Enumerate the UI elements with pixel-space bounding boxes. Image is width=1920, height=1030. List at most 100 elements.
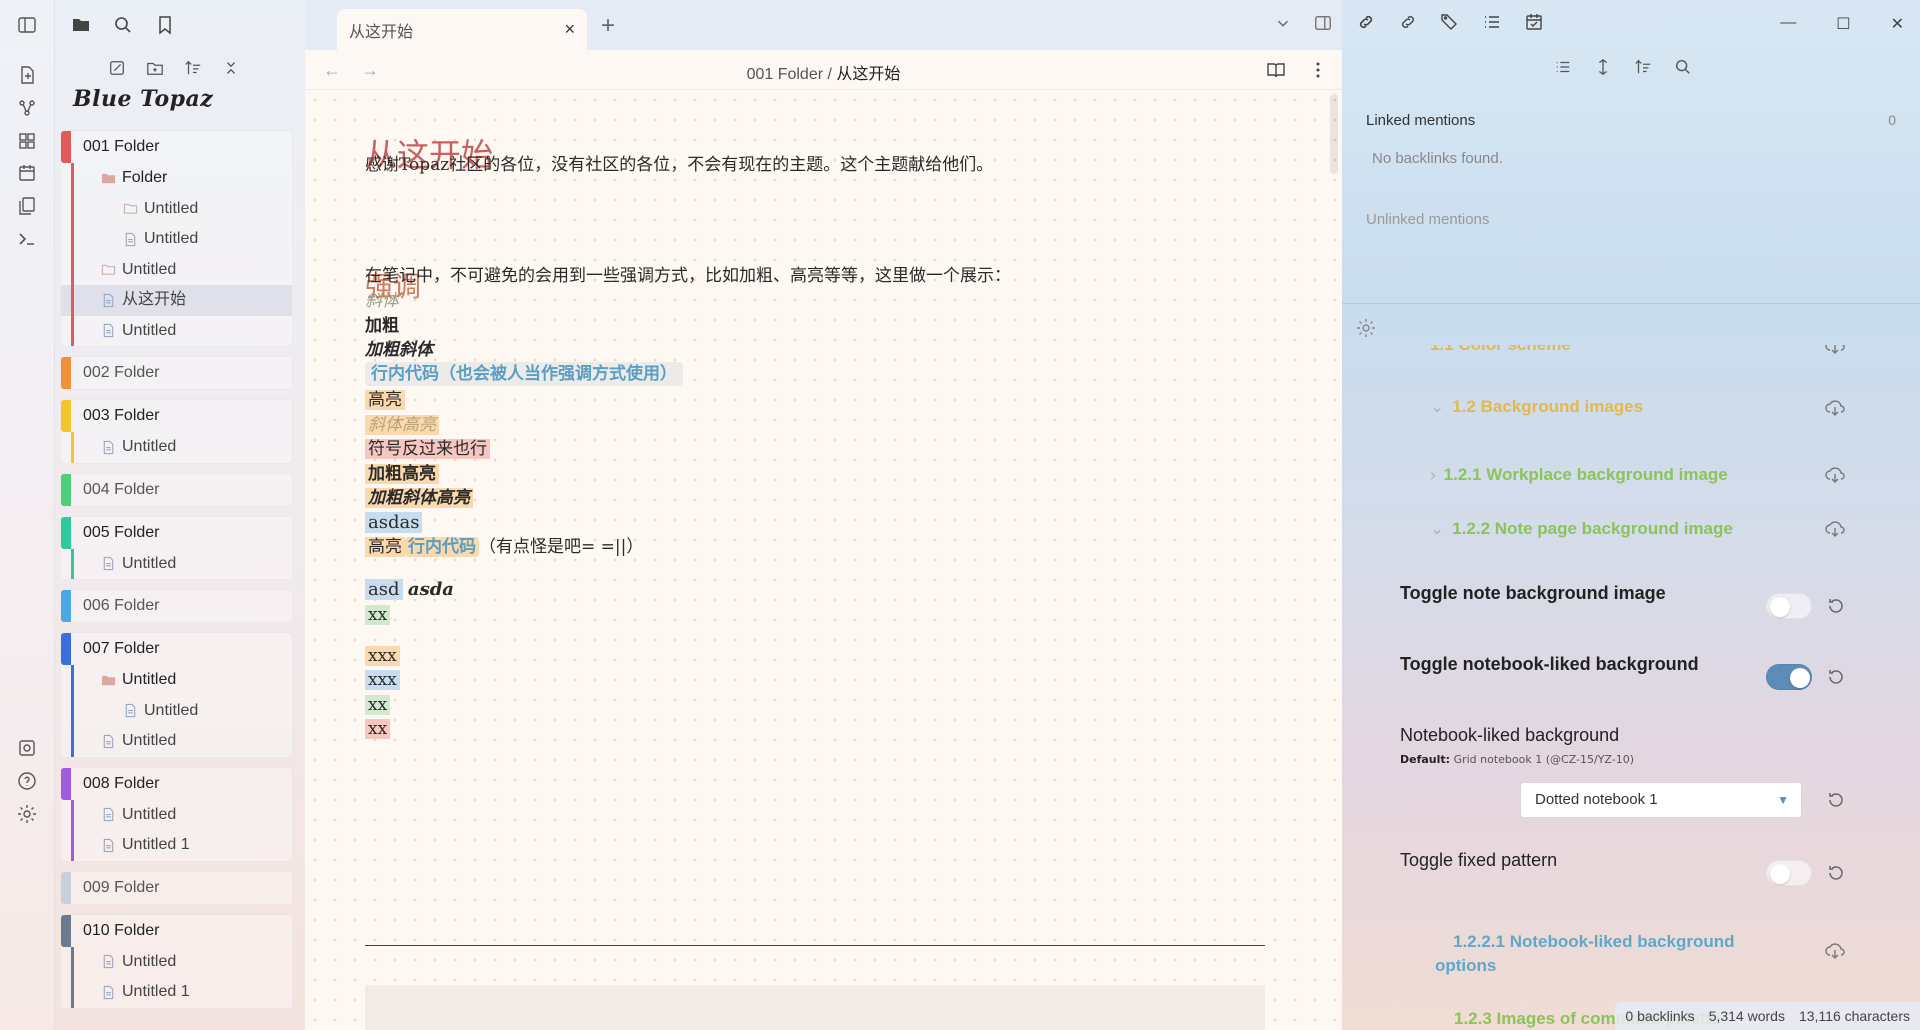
terminal-icon[interactable]	[14, 226, 40, 252]
reset-icon[interactable]	[1826, 863, 1846, 887]
backlinks-icon[interactable]	[1356, 12, 1376, 36]
folder-title[interactable]: 008 Folder	[61, 768, 292, 800]
setting-notebook-bg-label: Toggle notebook-liked background	[1400, 654, 1699, 674]
search-icon[interactable]	[111, 13, 135, 37]
item-label: Untitled	[122, 671, 177, 688]
vault-name[interactable]: Blue Topaz	[73, 86, 213, 112]
tags-icon[interactable]	[1440, 12, 1460, 36]
style-settings-gear-icon[interactable]	[1356, 318, 1376, 342]
item-label: 从这开始	[122, 291, 187, 308]
heading-notepage-bg[interactable]: ⌄ 1.2.2 Note page background image	[1430, 519, 1733, 539]
toggle-fixed-pattern[interactable]	[1766, 860, 1812, 886]
graph-view-icon[interactable]	[14, 95, 40, 121]
outline-icon[interactable]	[1482, 12, 1502, 36]
backlink-toolbar	[1554, 58, 1692, 80]
folder-001: 001 Folder Folder Untitled Untitled Untitled…	[60, 130, 293, 347]
subfolder-item[interactable]: Untitled	[61, 194, 292, 225]
panel-divider[interactable]	[1342, 303, 1920, 304]
subfolder-item[interactable]: Untitled	[61, 255, 292, 286]
sidebar-toggle-icon[interactable]	[14, 12, 40, 38]
folder-title[interactable]: 003 Folder	[61, 400, 292, 432]
open-file-icon[interactable]	[14, 62, 40, 88]
toggle-note-bg[interactable]	[1766, 593, 1812, 619]
outgoing-links-icon[interactable]	[1398, 12, 1418, 36]
file-item[interactable]: Untitled	[61, 549, 292, 580]
heading-notebook-options[interactable]: 1.2.2.1 Notebook-liked background options	[1435, 930, 1765, 978]
folder-title[interactable]: 004 Folder	[61, 474, 292, 506]
file-item[interactable]: Untitled	[61, 696, 292, 727]
note-content[interactable]: 从这开始 感谢Topaz社区的各位，没有社区的各位，不会有现在的主题。这个主题献…	[305, 90, 1342, 1030]
heading-workplace-bg[interactable]: › 1.2.1 Workplace background image	[1430, 465, 1728, 485]
expand-icon[interactable]	[1594, 58, 1612, 80]
folder-title[interactable]: 009 Folder	[61, 872, 292, 904]
reading-view-icon[interactable]	[1266, 60, 1286, 84]
tab-active[interactable]: 从这开始 ×	[337, 9, 587, 50]
folder-006: 006 Folder	[60, 589, 293, 623]
tab-list-chevron-icon[interactable]	[1274, 14, 1292, 36]
close-window-button[interactable]: ✕	[1891, 14, 1904, 34]
calendar-icon[interactable]	[1524, 12, 1544, 36]
new-note-icon[interactable]	[105, 56, 129, 80]
maximize-button[interactable]: ☐	[1836, 14, 1850, 34]
download-icon[interactable]	[1824, 464, 1846, 490]
subfolder-item[interactable]: Folder	[61, 163, 292, 194]
breadcrumb-parent[interactable]: 001 Folder	[747, 66, 824, 83]
new-folder-icon[interactable]	[143, 56, 167, 80]
settings-icon[interactable]	[14, 801, 40, 827]
status-words[interactable]: 5,314 words	[1709, 1008, 1785, 1024]
file-item[interactable]: Untitled 1	[61, 977, 292, 1008]
tab-close-icon[interactable]: ×	[564, 19, 575, 40]
download-icon[interactable]	[1824, 345, 1846, 361]
file-item[interactable]: Untitled 1	[61, 830, 292, 861]
download-icon[interactable]	[1824, 518, 1846, 544]
folder-title[interactable]: 010 Folder	[61, 915, 292, 947]
notebook-bg-select[interactable]: Dotted notebook 1 ▼	[1520, 782, 1802, 818]
item-label: Untitled	[144, 199, 199, 217]
daily-note-icon[interactable]	[14, 160, 40, 186]
search-backlinks-icon[interactable]	[1674, 58, 1692, 80]
file-item[interactable]: Untitled	[61, 726, 292, 757]
folder-title[interactable]: 001 Folder	[61, 131, 292, 163]
bookmark-icon[interactable]	[153, 13, 177, 37]
file-item[interactable]: 从这开始	[61, 285, 292, 316]
folder-title[interactable]: 005 Folder	[61, 517, 292, 549]
editor-pane: 从这开始 × + ← → 001 Folder / 从这开始 从这开始 感谢To…	[305, 0, 1342, 1030]
file-item[interactable]: Untitled	[61, 432, 292, 463]
reset-icon[interactable]	[1826, 667, 1846, 691]
breadcrumb-current[interactable]: 从这开始	[836, 66, 900, 83]
linked-mentions-title[interactable]: Linked mentions	[1366, 112, 1475, 129]
status-backlinks[interactable]: 0 backlinks	[1625, 1008, 1694, 1024]
unlinked-mentions-title[interactable]: Unlinked mentions	[1366, 211, 1489, 228]
templates-icon[interactable]	[14, 193, 40, 219]
folder-title[interactable]: 006 Folder	[61, 590, 292, 622]
folder-title[interactable]: 007 Folder	[61, 633, 292, 665]
more-options-icon[interactable]	[1308, 60, 1328, 84]
reset-icon[interactable]	[1826, 790, 1846, 814]
new-tab-button[interactable]: +	[601, 12, 615, 40]
heading-background-images[interactable]: ⌄ 1.2 Background images	[1430, 397, 1643, 417]
canvas-icon[interactable]	[14, 128, 40, 154]
sort-order-icon[interactable]	[1634, 58, 1652, 80]
heading-color-scheme[interactable]: 1.1 Color scheme	[1430, 345, 1571, 355]
toggle-notebook-bg[interactable]	[1766, 664, 1812, 690]
reset-icon[interactable]	[1826, 596, 1846, 620]
minimize-button[interactable]: —	[1780, 14, 1796, 34]
help-icon[interactable]	[14, 768, 40, 794]
item-label: Untitled	[122, 321, 177, 339]
file-item[interactable]: Untitled	[61, 947, 292, 978]
vault-switch-icon[interactable]	[14, 735, 40, 761]
files-icon[interactable]	[69, 13, 93, 37]
scrollbar[interactable]	[1330, 94, 1338, 174]
file-item[interactable]: Untitled	[61, 224, 292, 255]
file-item[interactable]: Untitled	[61, 316, 292, 347]
download-icon[interactable]	[1824, 397, 1846, 423]
sort-icon[interactable]	[181, 56, 205, 80]
collapse-all-icon[interactable]	[219, 56, 243, 80]
right-sidebar-toggle-icon[interactable]	[1314, 14, 1332, 36]
subfolder-item[interactable]: Untitled	[61, 665, 292, 696]
list-view-icon[interactable]	[1554, 58, 1572, 80]
status-characters[interactable]: 13,116 characters	[1799, 1008, 1910, 1024]
download-icon[interactable]	[1824, 940, 1846, 966]
file-item[interactable]: Untitled	[61, 800, 292, 831]
folder-title[interactable]: 002 Folder	[61, 357, 292, 389]
